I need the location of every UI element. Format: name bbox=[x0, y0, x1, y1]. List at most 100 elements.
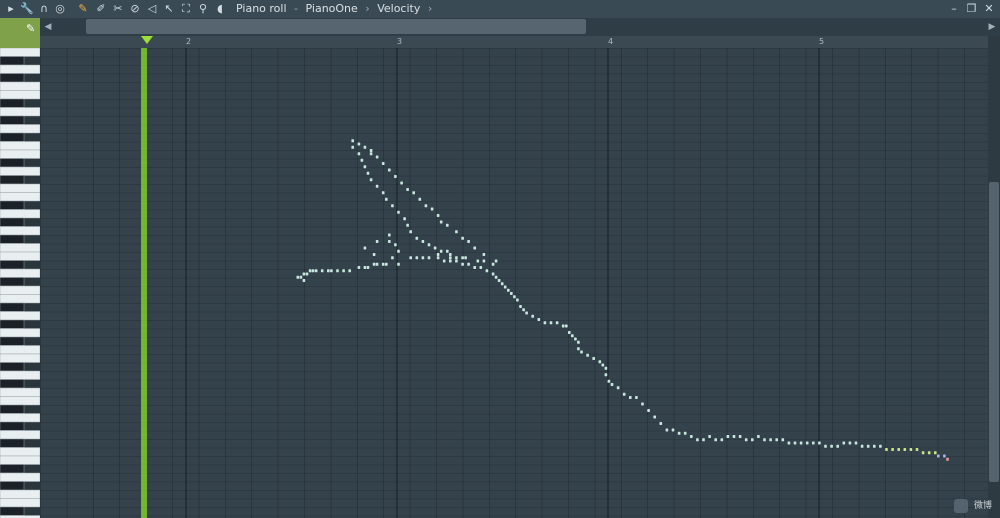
tool-corner[interactable]: ✎ bbox=[0, 18, 41, 48]
note-asia[interactable] bbox=[943, 454, 946, 458]
note-americas[interactable] bbox=[427, 256, 431, 260]
note-americas[interactable] bbox=[714, 438, 717, 442]
note-americas[interactable] bbox=[363, 246, 367, 250]
note-americas[interactable] bbox=[369, 152, 373, 156]
note-americas[interactable] bbox=[690, 435, 693, 438]
horizontal-scroll-thumb[interactable] bbox=[86, 19, 586, 34]
note-europe_africa[interactable] bbox=[921, 451, 925, 455]
note-americas[interactable] bbox=[482, 253, 486, 256]
black-key[interactable] bbox=[0, 56, 25, 66]
note-americas[interactable] bbox=[391, 204, 394, 208]
black-key[interactable] bbox=[0, 217, 25, 227]
note-americas[interactable] bbox=[375, 262, 379, 266]
note-americas[interactable] bbox=[436, 256, 440, 260]
note-americas[interactable] bbox=[351, 139, 354, 143]
note-americas[interactable] bbox=[394, 243, 397, 247]
note-americas[interactable] bbox=[436, 214, 440, 217]
black-key[interactable] bbox=[0, 481, 25, 491]
note-americas[interactable] bbox=[314, 269, 318, 273]
note-americas[interactable] bbox=[799, 441, 803, 445]
white-key[interactable] bbox=[0, 90, 41, 100]
minimize-icon[interactable]: – bbox=[947, 0, 961, 18]
black-key[interactable] bbox=[0, 319, 25, 329]
note-americas[interactable] bbox=[607, 379, 611, 383]
note-americas[interactable] bbox=[525, 311, 528, 315]
note-americas[interactable] bbox=[418, 197, 422, 201]
note-americas[interactable] bbox=[732, 435, 736, 438]
note-americas[interactable] bbox=[507, 288, 510, 292]
white-key[interactable] bbox=[0, 294, 41, 304]
note-americas[interactable] bbox=[860, 444, 864, 448]
white-key[interactable] bbox=[0, 166, 41, 176]
note-americas[interactable] bbox=[812, 441, 815, 445]
note-americas[interactable] bbox=[433, 246, 437, 250]
note-americas[interactable] bbox=[577, 347, 580, 351]
note-americas[interactable] bbox=[671, 428, 675, 432]
close-icon[interactable]: ✕ bbox=[982, 0, 996, 18]
note-americas[interactable] bbox=[601, 363, 605, 367]
note-americas[interactable] bbox=[476, 259, 480, 263]
playhead[interactable] bbox=[141, 48, 147, 518]
white-key[interactable] bbox=[0, 124, 41, 134]
black-key[interactable] bbox=[0, 362, 25, 372]
note-americas[interactable] bbox=[412, 191, 415, 195]
note-americas[interactable] bbox=[854, 441, 858, 445]
note-americas[interactable] bbox=[388, 233, 391, 237]
note-americas[interactable] bbox=[388, 168, 391, 172]
black-key[interactable] bbox=[0, 336, 25, 346]
note-americas[interactable] bbox=[461, 236, 464, 240]
note-americas[interactable] bbox=[381, 262, 385, 266]
white-key[interactable] bbox=[0, 370, 41, 380]
note-americas[interactable] bbox=[360, 158, 364, 162]
note-americas[interactable] bbox=[479, 266, 483, 269]
note-americas[interactable] bbox=[571, 334, 574, 338]
note-americas[interactable] bbox=[403, 217, 406, 221]
black-key[interactable] bbox=[0, 506, 25, 516]
note-americas[interactable] bbox=[610, 383, 614, 386]
note-americas[interactable] bbox=[586, 353, 589, 357]
note-americas[interactable] bbox=[357, 266, 361, 269]
note-americas[interactable] bbox=[363, 266, 367, 269]
note-americas[interactable] bbox=[561, 324, 565, 328]
white-key[interactable] bbox=[0, 447, 41, 457]
piano-keyboard[interactable] bbox=[0, 47, 41, 518]
note-americas[interactable] bbox=[421, 256, 425, 260]
black-key[interactable] bbox=[0, 260, 25, 270]
note-americas[interactable] bbox=[461, 262, 464, 266]
note-americas[interactable] bbox=[357, 152, 361, 156]
note-americas[interactable] bbox=[513, 295, 516, 299]
white-key[interactable] bbox=[0, 192, 41, 202]
delete-tool-icon[interactable]: ✂ bbox=[111, 2, 125, 16]
note-americas[interactable] bbox=[302, 279, 306, 282]
note-americas[interactable] bbox=[775, 438, 778, 442]
note-americas[interactable] bbox=[308, 269, 312, 273]
black-key[interactable] bbox=[0, 73, 25, 83]
black-key[interactable] bbox=[0, 115, 25, 125]
white-key[interactable] bbox=[0, 141, 41, 151]
note-americas[interactable] bbox=[369, 149, 373, 152]
note-europe_africa[interactable] bbox=[934, 451, 937, 455]
note-europe_africa[interactable] bbox=[927, 451, 931, 455]
note-americas[interactable] bbox=[385, 262, 388, 266]
note-americas[interactable] bbox=[497, 279, 501, 282]
black-key[interactable] bbox=[0, 464, 25, 474]
note-americas[interactable] bbox=[580, 350, 583, 354]
note-americas[interactable] bbox=[500, 282, 504, 286]
white-key[interactable] bbox=[0, 387, 41, 397]
note-oceania[interactable] bbox=[946, 457, 949, 461]
note-americas[interactable] bbox=[436, 253, 440, 256]
note-americas[interactable] bbox=[522, 308, 525, 312]
note-americas[interactable] bbox=[409, 256, 412, 260]
note-americas[interactable] bbox=[473, 246, 476, 250]
note-americas[interactable] bbox=[446, 223, 449, 227]
note-americas[interactable] bbox=[455, 256, 458, 260]
white-key[interactable] bbox=[0, 498, 41, 508]
note-americas[interactable] bbox=[866, 444, 870, 448]
note-americas[interactable] bbox=[818, 441, 821, 445]
piano-keys[interactable] bbox=[0, 47, 41, 518]
note-americas[interactable] bbox=[449, 256, 452, 260]
note-americas[interactable] bbox=[537, 318, 541, 321]
note-americas[interactable] bbox=[781, 438, 785, 442]
note-americas[interactable] bbox=[516, 298, 519, 302]
note-americas[interactable] bbox=[375, 184, 379, 188]
